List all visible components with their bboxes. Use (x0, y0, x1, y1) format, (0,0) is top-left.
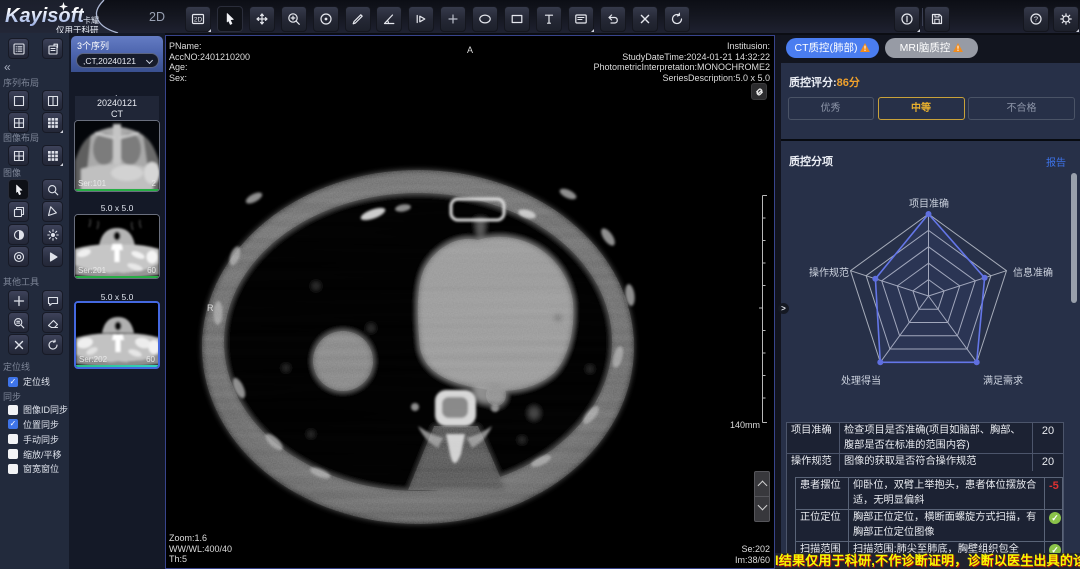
svg-text:?: ? (1034, 15, 1038, 24)
